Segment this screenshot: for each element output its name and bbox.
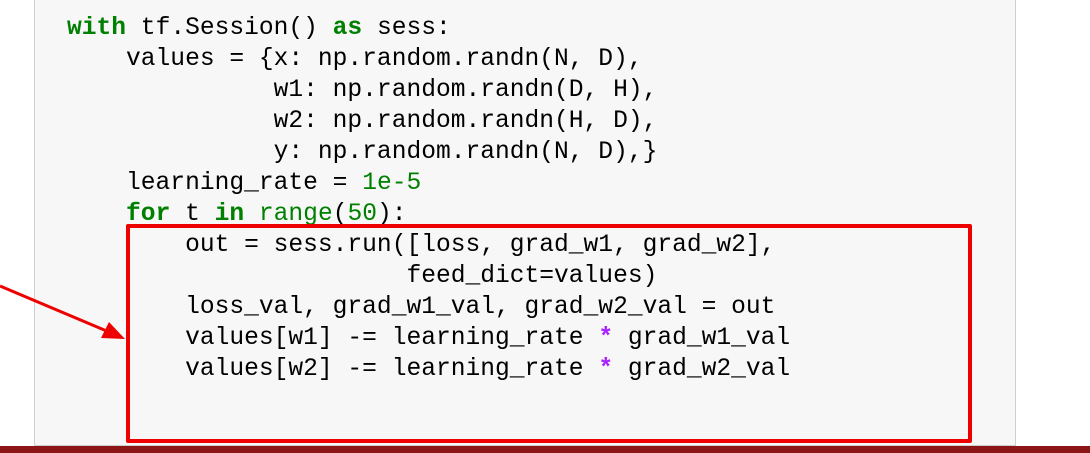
- arrow-shaft: [0, 284, 110, 334]
- slide-canvas: with tf.Session() as sess: values = {x: …: [0, 0, 1090, 453]
- pointer-arrow: [0, 284, 125, 339]
- slide-footer-bar: [0, 446, 1090, 453]
